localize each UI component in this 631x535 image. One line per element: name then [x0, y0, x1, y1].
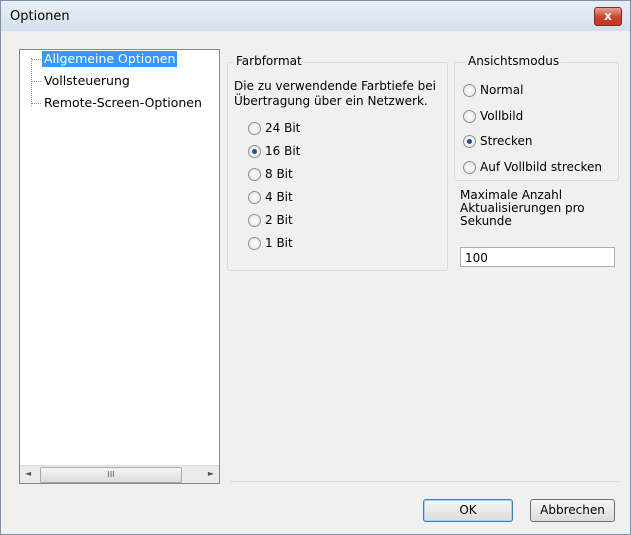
updates-label-line: Sekunde [460, 214, 512, 228]
options-dialog: Optionen x Allgemeine Optionen Vollsteue… [0, 0, 631, 535]
updates-label: Maximale Anzahl Aktualisierungen pro Sek… [460, 189, 585, 228]
radio-circle-checked[interactable] [463, 135, 476, 148]
radio-label: Auf Vollbild strecken [480, 160, 602, 174]
horizontal-scrollbar[interactable]: ◄ III ► [20, 465, 219, 483]
radio-label: Strecken [480, 134, 533, 148]
tree-connector [32, 81, 41, 82]
radio-circle[interactable] [463, 84, 476, 97]
farbformat-description: Die zu verwendende Farbtiefe bei Übertra… [234, 79, 436, 109]
cancel-button[interactable]: Abbrechen [530, 499, 615, 522]
radio-circle[interactable] [248, 237, 261, 250]
radio-circle-checked[interactable] [248, 145, 261, 158]
description-line: Übertragung über ein Netzwerk. [234, 94, 428, 108]
tree-connector [32, 103, 41, 104]
ansichtsmodus-label: Ansichtsmodus [466, 54, 562, 68]
scroll-left-icon[interactable]: ◄ [25, 469, 31, 478]
updates-per-second-input[interactable]: 100 [460, 247, 615, 267]
radio-circle[interactable] [248, 191, 261, 204]
radio-label: Normal [480, 83, 524, 97]
tree-connector [32, 59, 41, 60]
tree-item-remote-screen-optionen[interactable]: Remote-Screen-Optionen [42, 95, 204, 111]
tree-item-vollsteuerung[interactable]: Vollsteuerung [42, 73, 132, 89]
radio-label: 4 Bit [265, 190, 293, 204]
radio-label: 8 Bit [265, 167, 293, 181]
farbformat-label: Farbformat [234, 54, 304, 68]
radio-circle[interactable] [463, 161, 476, 174]
close-icon[interactable]: x [594, 7, 622, 26]
radio-circle[interactable] [248, 214, 261, 227]
scroll-thumb[interactable]: III [40, 467, 182, 483]
button-separator [230, 481, 619, 482]
radio-label: 2 Bit [265, 213, 293, 227]
radio-label: 1 Bit [265, 236, 293, 250]
tree-connector [31, 58, 32, 106]
tree-item-allgemeine-optionen[interactable]: Allgemeine Optionen [42, 51, 178, 67]
options-tree[interactable]: Allgemeine Optionen Vollsteuerung Remote… [19, 49, 220, 484]
radio-circle[interactable] [248, 168, 261, 181]
dialog-body: Allgemeine Optionen Vollsteuerung Remote… [8, 32, 623, 527]
description-line: Die zu verwendende Farbtiefe bei [234, 79, 437, 93]
radio-circle[interactable] [248, 122, 261, 135]
radio-label: 24 Bit [265, 121, 301, 135]
ok-button[interactable]: OK [423, 499, 513, 522]
radio-circle[interactable] [463, 110, 476, 123]
scroll-right-icon[interactable]: ► [208, 469, 214, 478]
window-title: Optionen [10, 9, 70, 24]
title-bar[interactable]: Optionen x [1, 1, 630, 31]
radio-label: Vollbild [480, 109, 524, 123]
radio-label: 16 Bit [265, 144, 301, 158]
